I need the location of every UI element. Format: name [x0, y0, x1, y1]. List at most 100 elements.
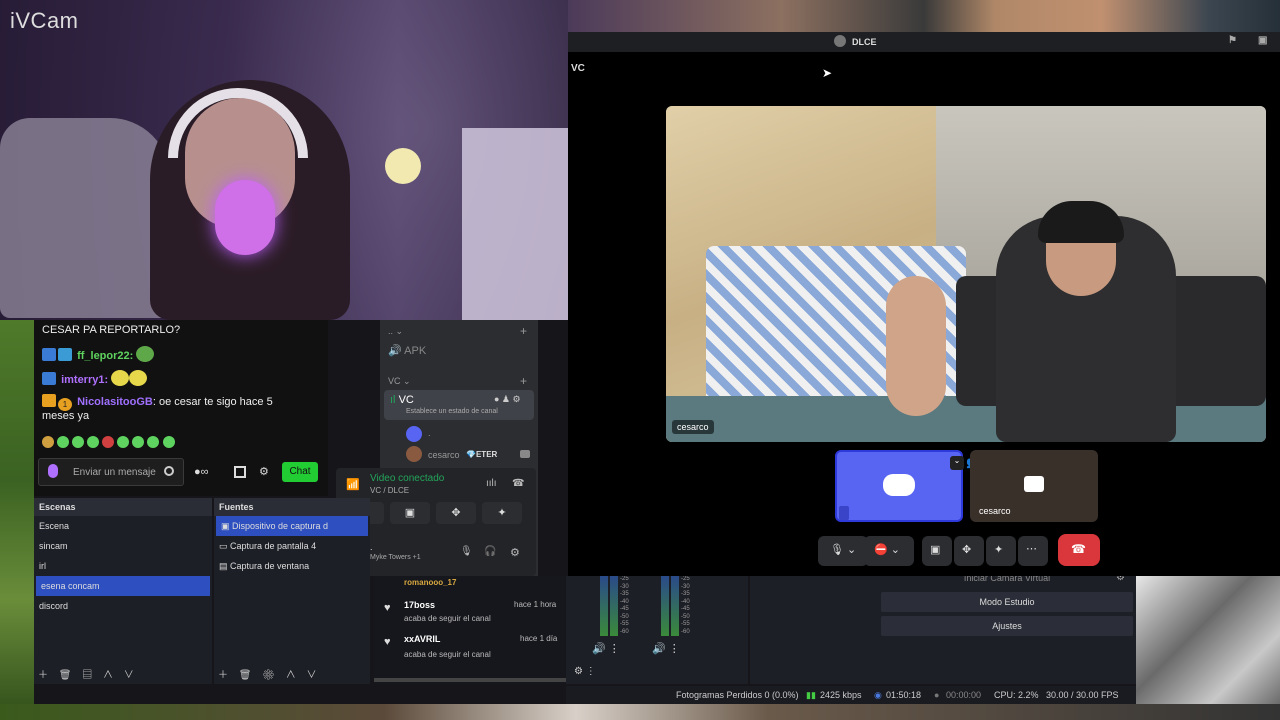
emote-icon — [136, 346, 155, 362]
source-item-selected[interactable]: ▣ Dispositivo de captura d — [216, 516, 368, 536]
alert-time: hace 1 día — [520, 634, 558, 643]
settings-gear-icon[interactable]: ⚙ — [259, 465, 269, 478]
voice-status[interactable]: Video conectado — [370, 473, 444, 484]
category-vc[interactable]: VC ⌄ — [388, 376, 411, 387]
chat-username[interactable]: imterry1: — [61, 374, 108, 386]
scene-item[interactable]: Escena — [34, 516, 212, 536]
alert-time: hace 1 hora — [514, 600, 557, 609]
mic-toggle-button[interactable]: 🎙 ⌄ — [818, 536, 868, 566]
chat-line: CESAR PA REPORTARLO? — [42, 324, 181, 336]
signal-icon[interactable]: 📶 — [346, 478, 360, 491]
mic-icon[interactable]: 🎙 — [460, 546, 473, 557]
audio-meter — [600, 576, 608, 636]
emote-icon — [87, 436, 100, 448]
audio-meter — [671, 576, 679, 636]
soundboard-button[interactable]: ✦ — [986, 536, 1016, 566]
channel-apk[interactable]: 🔊 APK — [388, 344, 426, 357]
server-icon — [834, 35, 846, 47]
settings-gear-icon[interactable]: ⚙ — [510, 546, 520, 559]
audio-meter — [661, 576, 669, 636]
flag-icon[interactable]: ⚑ — [1228, 35, 1237, 46]
rec-time: 00:00:00 — [946, 690, 982, 700]
activities-button[interactable]: ✥ — [954, 536, 984, 566]
window-icon[interactable]: ▣ — [1258, 35, 1267, 46]
member-name[interactable]: . — [428, 428, 431, 438]
source-item[interactable]: ▭ Captura de pantalla 4 — [214, 536, 370, 556]
voice-subtitle[interactable]: VC / DLCE — [370, 486, 409, 495]
disconnect-call-button[interactable]: ☎ — [1058, 534, 1100, 566]
add-channel-icon[interactable]: + — [520, 374, 527, 388]
background-strip-right — [1136, 576, 1280, 720]
volume-icon[interactable]: 🔊 ⋮ — [592, 642, 620, 655]
emote-icon — [72, 436, 85, 448]
chevron-down-icon[interactable]: ⌄ — [950, 456, 964, 470]
headphones-icon[interactable]: 🎧 — [484, 546, 496, 557]
more-options-button[interactable]: ⋯ — [1018, 536, 1048, 566]
scene-toolbar[interactable]: ＋ 🗑 ▤ ∧ ∨ — [38, 666, 134, 681]
noise-suppression-icon[interactable]: ıılı — [486, 478, 497, 489]
emoji-icon[interactable] — [164, 466, 174, 476]
scene-item[interactable]: sincam — [34, 536, 212, 556]
chat-username[interactable]: NicolasitooGB — [77, 396, 153, 408]
chat-input[interactable]: Enviar un mensaje — [38, 458, 184, 486]
emote-icon — [102, 436, 115, 448]
camera-toggle-button[interactable]: ⛔ ⌄ — [864, 536, 914, 566]
audio-meter — [610, 576, 618, 636]
obs-audio-mixer: -25 -30 -35 -40 -45 -50 -55 -60 -25 -30 -35 -40 -45… — [566, 576, 748, 684]
screen-share-button[interactable]: ▣ — [922, 536, 952, 566]
crown-badge-icon — [42, 394, 56, 407]
panel-title: Fuentes — [214, 498, 370, 516]
disconnect-icon[interactable]: ☎ — [512, 478, 524, 489]
user-name[interactable]: . — [370, 542, 373, 552]
source-label: Captura de ventana — [230, 561, 310, 571]
scene-item[interactable]: discord — [34, 596, 212, 616]
member-avatar[interactable] — [406, 446, 422, 462]
mixer-settings-icon[interactable]: ⚙ ⋮ — [574, 666, 596, 677]
emote-row — [42, 436, 175, 448]
dropped-frames: Fotogramas Perdidos 0 (0.0%) — [676, 690, 799, 700]
emote-icon — [129, 370, 148, 386]
chat-send-button[interactable]: Chat — [282, 462, 318, 482]
badge-label: ETER — [475, 450, 498, 459]
volume-icon[interactable]: 🔊 ⋮ — [652, 642, 680, 655]
chat-line: meses ya — [42, 410, 90, 422]
screen-share-button[interactable]: ▣ — [390, 502, 430, 524]
source-label: Captura de pantalla 4 — [230, 541, 317, 551]
store-icon[interactable] — [234, 466, 246, 478]
add-channel-icon[interactable]: + — [520, 324, 527, 338]
member-avatar[interactable] — [406, 426, 422, 442]
mic-icon[interactable] — [48, 464, 58, 478]
server-title: DLCE — [852, 37, 877, 47]
activities-button[interactable]: ✥ — [436, 502, 476, 524]
emote-icon — [162, 436, 175, 448]
meter-scale: -25 -30 -35 -40 -45 -50 -55 -60 — [620, 576, 629, 635]
soundboard-button[interactable]: ✦ — [482, 502, 522, 524]
channel-status-input[interactable]: Establece un estado de canal — [406, 408, 498, 415]
participant-tile-self[interactable] — [835, 450, 963, 522]
participant-tile[interactable]: cesarco — [970, 450, 1098, 522]
member-name[interactable]: cesarco — [428, 450, 460, 460]
scene-item[interactable]: irl — [34, 556, 212, 576]
studio-mode-button[interactable]: Modo Estudio — [881, 592, 1133, 612]
scrollbar[interactable] — [374, 678, 566, 682]
participant-video-main[interactable]: cesarco — [666, 106, 1266, 442]
channel-vc-active[interactable]: ıl VC ● ♟ ⚙ Establece un estado de canal — [384, 390, 534, 420]
heart-icon: ♥ — [384, 602, 391, 614]
user-activity[interactable]: Myke Towers +1 — [370, 554, 421, 561]
settings-button[interactable]: Ajustes — [881, 616, 1133, 636]
source-item[interactable]: ▤ Captura de ventana — [214, 556, 370, 576]
chat-username[interactable]: ff_lepor22: — [77, 350, 133, 362]
obs-controls-panel: Iniciar Cámara Virtual ⚙ Modo Estudio Aj… — [876, 572, 1136, 684]
emote-icon — [117, 436, 130, 448]
participant-name: cesarco — [672, 420, 714, 434]
webcam-feed — [0, 0, 568, 320]
category-collapse[interactable]: .. ⌄ — [388, 326, 403, 337]
points-icon[interactable]: ●∞ — [194, 466, 209, 478]
scene-item-selected[interactable]: esena concam — [36, 576, 210, 596]
alert-name: romanooo_17 — [404, 578, 457, 587]
cpu-usage: CPU: 2.2% — [994, 690, 1039, 700]
source-toolbar[interactable]: ＋ 🗑 ⚙ ∧ ∨ — [218, 666, 317, 681]
channel-actions[interactable]: ● ♟ ⚙ — [494, 394, 521, 405]
live-icon: ◉ — [874, 690, 882, 700]
fps: 30.00 / 30.00 FPS — [1046, 690, 1119, 700]
